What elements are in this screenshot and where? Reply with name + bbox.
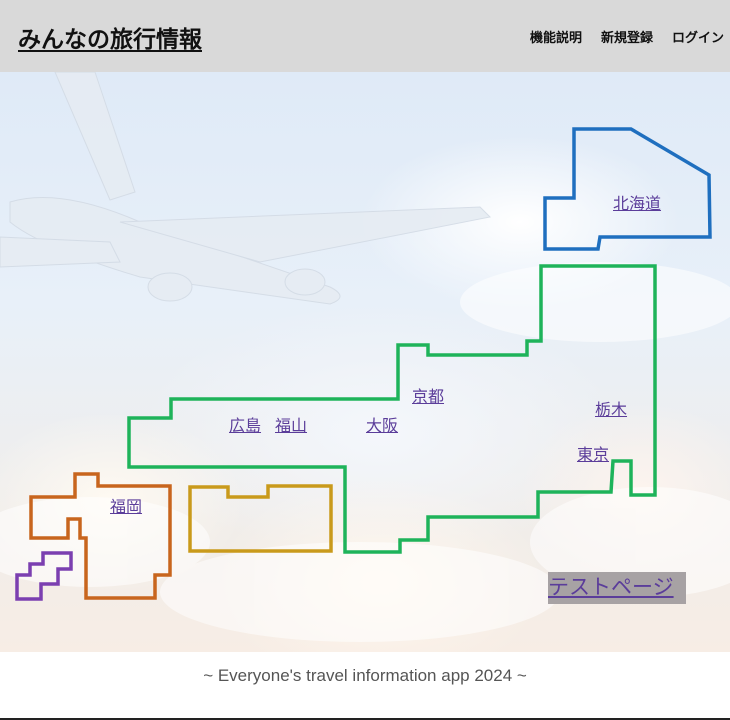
hiroshima-link[interactable]: 広島: [229, 417, 261, 435]
kyoto-link[interactable]: 京都: [412, 388, 444, 406]
shikoku-region-outline[interactable]: [188, 484, 333, 553]
hokkaido-region-outline[interactable]: [543, 127, 712, 251]
kyushu-region-outline[interactable]: [29, 472, 172, 600]
nav-features-link[interactable]: 機能説明: [530, 27, 582, 46]
nav-menu: 機能説明 新規登録 ログイン: [530, 27, 724, 46]
tokyo-link[interactable]: 東京: [577, 446, 609, 464]
fukuoka-link[interactable]: 福岡: [110, 498, 142, 516]
map-area: 北海道 京都 栃木 広島 福山 大阪 東京 福岡 テストページ: [0, 72, 730, 652]
fukuyama-link[interactable]: 福山: [275, 417, 307, 435]
nav-login-link[interactable]: ログイン: [672, 27, 724, 46]
tochigi-link[interactable]: 栃木: [595, 401, 627, 419]
osaka-link[interactable]: 大阪: [366, 417, 398, 435]
header-bar: みんなの旅行情報 機能説明 新規登録 ログイン: [0, 0, 730, 72]
footer: ~ Everyone's travel information app 2024…: [0, 652, 730, 718]
site-title-link[interactable]: みんなの旅行情報: [18, 20, 202, 54]
footer-text: ~ Everyone's travel information app 2024…: [203, 666, 527, 685]
japan-map: [15, 127, 712, 601]
test-page-link[interactable]: テストページ: [548, 572, 686, 604]
honshu-region-outline[interactable]: [127, 264, 657, 554]
okinawa-region-outline[interactable]: [15, 551, 73, 601]
hokkaido-link[interactable]: 北海道: [613, 195, 661, 213]
nav-register-link[interactable]: 新規登録: [601, 27, 653, 46]
